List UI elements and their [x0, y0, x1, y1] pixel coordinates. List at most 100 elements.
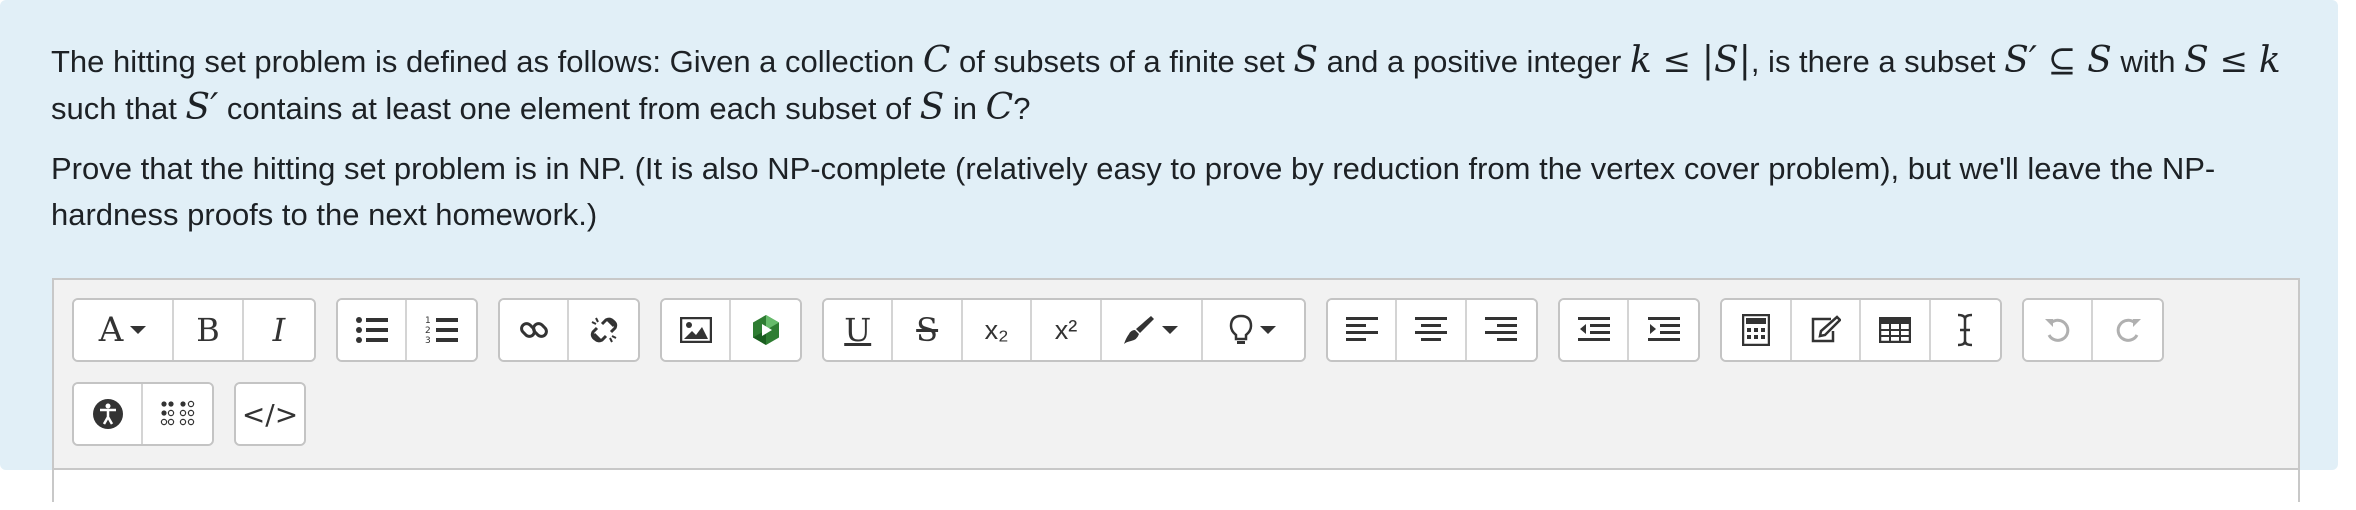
math-S: S: [919, 87, 945, 128]
text-span: ?: [1013, 91, 1031, 126]
font-size-icon: A: [98, 310, 124, 350]
align-right-icon: [1485, 317, 1518, 341]
redo-button[interactable]: [2093, 300, 2162, 360]
undo-icon: [2044, 318, 2069, 342]
text-cursor-button[interactable]: [1930, 300, 2000, 360]
chevron-down-icon: [130, 326, 147, 334]
math-le: ≤: [1651, 41, 1702, 81]
align-center-button[interactable]: [1397, 300, 1467, 360]
math-abs-S: |S|: [1701, 40, 1751, 81]
link-icon: [519, 322, 548, 338]
text-span: contains at least one element from each …: [218, 91, 920, 126]
html-code-icon: </>: [241, 397, 299, 431]
undo-button[interactable]: [2024, 300, 2094, 360]
table-icon: [1878, 317, 1911, 343]
font-size-button[interactable]: A: [74, 300, 174, 360]
braille-icon: [160, 400, 194, 426]
math-S-prime: S′: [2004, 40, 2037, 81]
indent-button[interactable]: [1629, 300, 1698, 360]
text-span: , is there a subset: [1750, 44, 2005, 79]
text-span: with: [2111, 44, 2185, 79]
toolbar-group-media: [660, 298, 802, 362]
unordered-list-icon: [355, 317, 388, 343]
toolbar-group-history: [2022, 298, 2164, 362]
braille-button[interactable]: [143, 384, 212, 444]
indent-icon: [1647, 317, 1680, 341]
toolbar-group-align: [1326, 298, 1538, 362]
ordered-list-button[interactable]: 1 2 3: [407, 300, 476, 360]
outdent-button[interactable]: [1560, 300, 1630, 360]
math-C: C: [985, 87, 1014, 128]
edit-button[interactable]: [1791, 300, 1861, 360]
question-paragraph-2: Prove that the hitting set problem is in…: [51, 151, 2216, 232]
table-button[interactable]: [1861, 300, 1931, 360]
toolbar-group-format: U S x₂ x²: [822, 298, 1306, 362]
align-left-icon: [1345, 317, 1378, 341]
math-k: k: [2258, 40, 2281, 81]
text-span: such that: [51, 91, 186, 126]
redo-icon: [2116, 318, 2141, 342]
chevron-down-icon: [1162, 326, 1179, 334]
media-button[interactable]: [731, 300, 800, 360]
question-text: The hitting set problem is defined as fo…: [51, 38, 2311, 252]
align-right-button[interactable]: [1466, 300, 1536, 360]
outdent-icon: [1577, 317, 1610, 341]
math-S-prime: S′: [185, 87, 219, 128]
align-left-button[interactable]: [1328, 300, 1398, 360]
underline-button[interactable]: U: [824, 300, 894, 360]
question-paragraph-1: The hitting set problem is defined as fo…: [51, 38, 2311, 132]
bold-icon: B: [196, 311, 220, 349]
media-icon: [752, 315, 779, 345]
math-S: S: [1293, 40, 1319, 81]
text-span: and a positive integer: [1318, 44, 1630, 79]
text-span: in: [944, 91, 986, 126]
align-center-icon: [1415, 317, 1448, 341]
strikethrough-icon: S: [916, 311, 939, 349]
italic-button[interactable]: I: [244, 300, 314, 360]
bold-button[interactable]: B: [174, 300, 244, 360]
link-button[interactable]: [500, 300, 570, 360]
toolbar-group-indent: [1558, 298, 1700, 362]
svg-text:3: 3: [425, 336, 431, 345]
toolbar-group-lists: 1 2 3: [336, 298, 478, 362]
text-cursor-icon: [1958, 313, 1973, 347]
math-S: S: [2184, 40, 2209, 81]
unlink-icon: [590, 317, 617, 343]
toolbar-group-style: A B I: [72, 298, 316, 362]
editor-content-area[interactable]: [54, 468, 2298, 510]
accessibility-button[interactable]: [74, 384, 144, 444]
equation-button[interactable]: [1722, 300, 1792, 360]
edit-icon: [1812, 315, 1842, 343]
math-C: C: [922, 40, 951, 81]
toolbar-group-accessibility: [72, 382, 214, 446]
math-S: S: [2087, 40, 2112, 81]
rich-text-editor: A B I 1 2 3 U S x₂ x² </>: [52, 278, 2300, 510]
html-code-button[interactable]: </>: [236, 384, 304, 444]
toolbar-group-insert: [1720, 298, 2002, 362]
math-le: ≤: [2208, 41, 2259, 81]
ordered-list-icon: 1 2 3: [425, 316, 458, 345]
superscript-button[interactable]: x²: [1032, 300, 1102, 360]
text-color-icon: [1124, 316, 1155, 344]
italic-icon: I: [272, 311, 286, 349]
bulb-icon: [1230, 314, 1253, 344]
svg-text:2: 2: [425, 326, 431, 336]
chevron-down-icon: [1260, 326, 1277, 334]
text-color-button[interactable]: [1101, 300, 1203, 360]
strikethrough-button[interactable]: S: [893, 300, 963, 360]
toolbar-group-links: [498, 298, 640, 362]
svg-text:1: 1: [425, 316, 431, 326]
unordered-list-button[interactable]: [338, 300, 408, 360]
bulb-button[interactable]: [1202, 300, 1304, 360]
math-k: k: [1629, 40, 1652, 81]
text-span: The hitting set problem is defined as fo…: [51, 44, 923, 79]
unlink-button[interactable]: [569, 300, 638, 360]
subscript-icon: x₂: [984, 314, 1009, 345]
image-button[interactable]: [662, 300, 732, 360]
math-subseteq: ⊆: [2036, 41, 2088, 81]
equation-icon: [1741, 314, 1770, 346]
question-panel: The hitting set problem is defined as fo…: [0, 0, 2338, 510]
underline-icon: U: [844, 311, 872, 349]
accessibility-icon: [92, 399, 123, 429]
subscript-button[interactable]: x₂: [962, 300, 1033, 360]
